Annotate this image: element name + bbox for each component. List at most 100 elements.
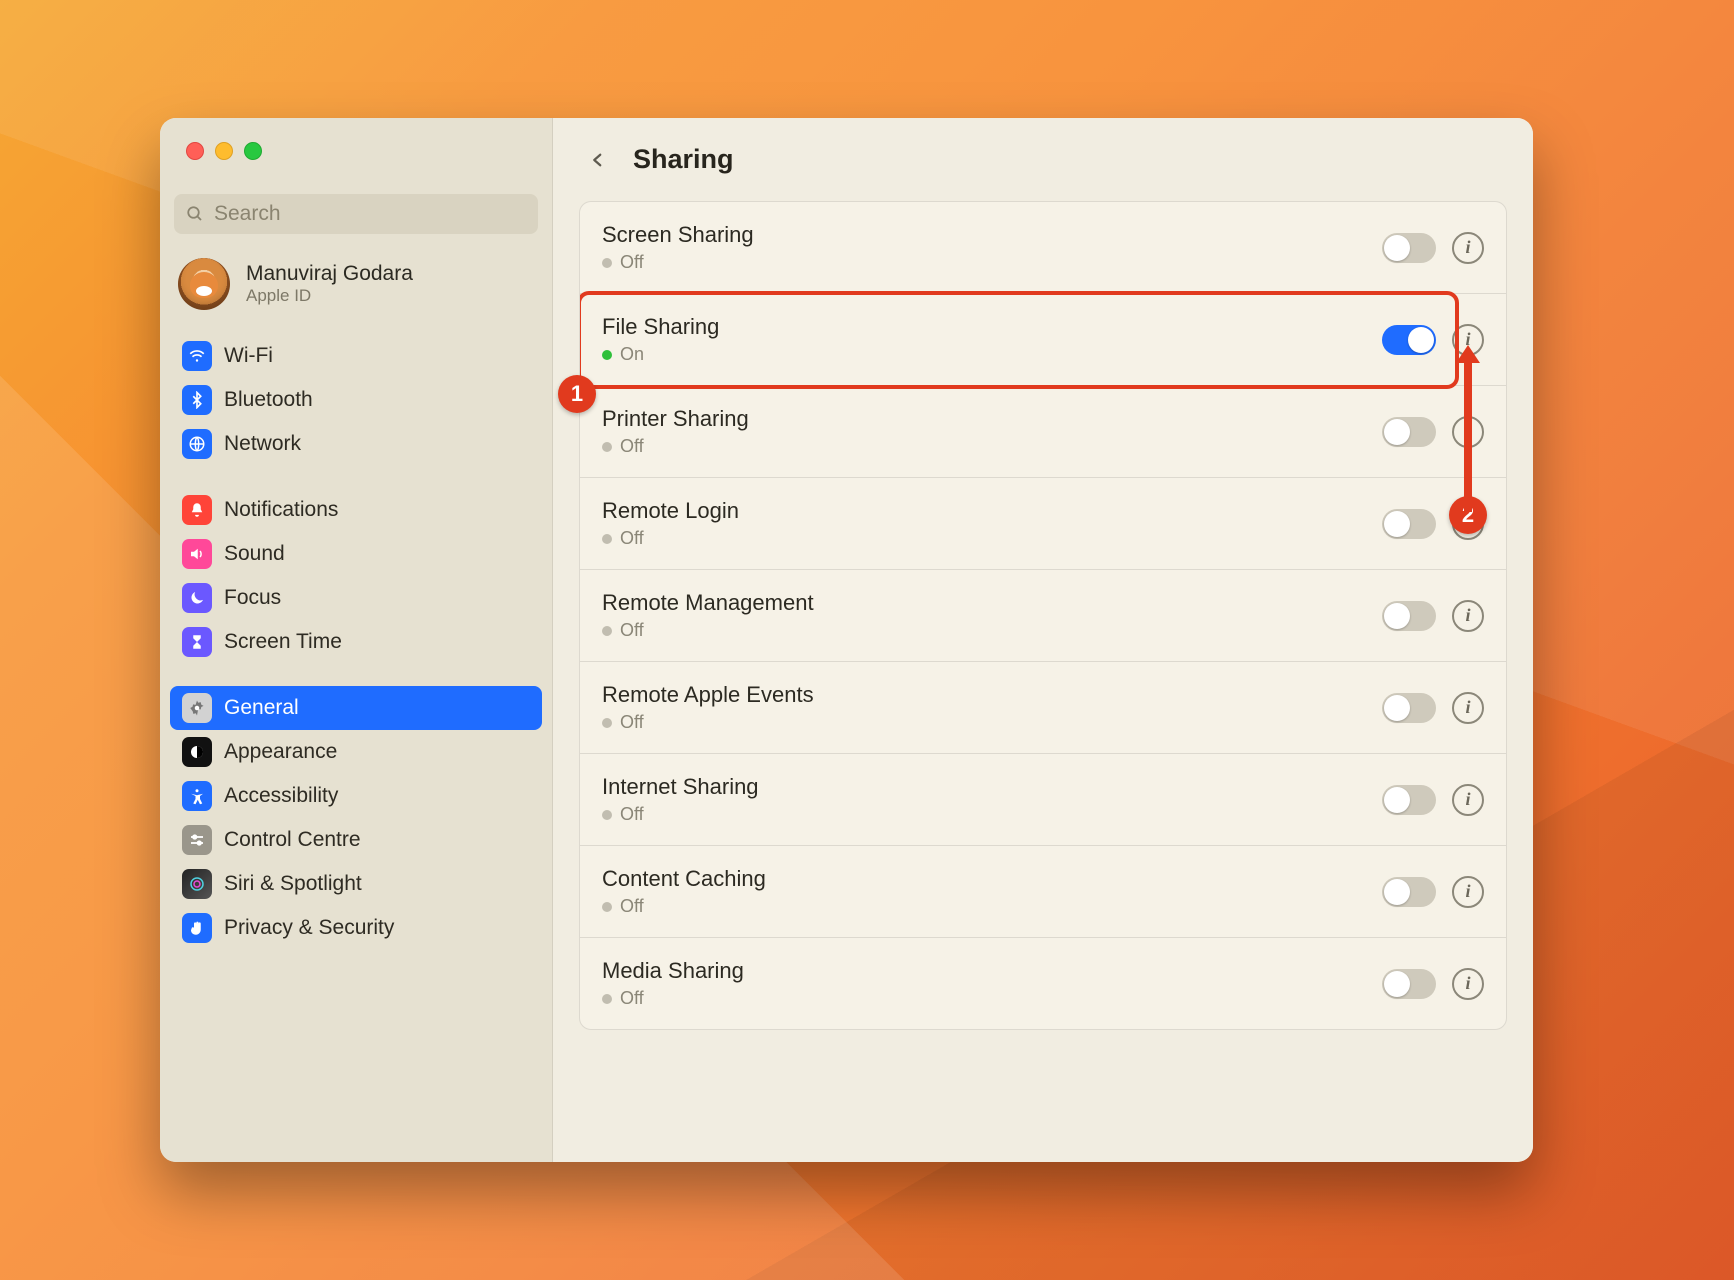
service-name: File Sharing [602,314,1366,340]
sidebar-item-label: Focus [224,586,281,610]
toggle-remote-login[interactable] [1382,509,1436,539]
sidebar-item-appearance[interactable]: Appearance [170,730,542,774]
sidebar-item-privacy-security[interactable]: Privacy & Security [170,906,542,950]
toggle-remote-management[interactable] [1382,601,1436,631]
status-dot-on [602,350,612,360]
toggle-screen-sharing[interactable] [1382,233,1436,263]
sidebar-item-focus[interactable]: Focus [170,576,542,620]
sidebar-item-bluetooth[interactable]: Bluetooth [170,378,542,422]
service-status: Off [620,988,644,1009]
sidebar-item-label: Wi-Fi [224,344,273,368]
sidebar-item-notifications[interactable]: Notifications [170,488,542,532]
info-button-content-caching[interactable]: i [1452,876,1484,908]
status-dot-off [602,626,612,636]
appearance-icon [182,737,212,767]
close-window-button[interactable] [186,142,204,160]
sidebar-item-control-centre[interactable]: Control Centre [170,818,542,862]
sidebar-item-accessibility[interactable]: Accessibility [170,774,542,818]
service-name: Screen Sharing [602,222,1366,248]
moon-icon [182,583,212,613]
back-button[interactable] [583,145,613,175]
service-name: Content Caching [602,866,1366,892]
status-dot-off [602,258,612,268]
service-row-media-sharing: Media Sharing Off i [580,937,1506,1029]
service-row-remote-login: Remote Login Off i [580,477,1506,569]
sidebar-item-label: Accessibility [224,784,338,808]
toggle-content-caching[interactable] [1382,877,1436,907]
service-row-content-caching: Content Caching Off i [580,845,1506,937]
sidebar-item-label: Privacy & Security [224,916,394,940]
hourglass-icon [182,627,212,657]
sidebar-item-label: Notifications [224,498,338,522]
sharing-services-panel: Screen Sharing Off i File Sharing On i [579,201,1507,1030]
sidebar: Manuviraj Godara Apple ID Wi-Fi [160,118,553,1162]
toggle-file-sharing[interactable] [1382,325,1436,355]
bluetooth-icon [182,385,212,415]
service-name: Remote Management [602,590,1366,616]
sidebar-item-label: Screen Time [224,630,342,654]
sidebar-item-wifi[interactable]: Wi-Fi [170,334,542,378]
gear-icon [182,693,212,723]
service-status: Off [620,436,644,457]
service-row-remote-apple-events: Remote Apple Events Off i [580,661,1506,753]
service-row-file-sharing: File Sharing On i [580,293,1506,385]
search-icon [186,205,204,223]
page-title: Sharing [633,144,734,175]
info-button-remote-apple-events[interactable]: i [1452,692,1484,724]
window-controls [160,118,552,184]
sidebar-group-network: Wi-Fi Bluetooth Ne [160,332,552,468]
main-content: Sharing Screen Sharing Off i File Sharin… [553,118,1533,1162]
info-button-media-sharing[interactable]: i [1452,968,1484,1000]
info-button-printer-sharing[interactable]: i [1452,416,1484,448]
status-dot-off [602,718,612,728]
service-status: Off [620,896,644,917]
status-dot-off [602,810,612,820]
minimize-window-button[interactable] [215,142,233,160]
globe-icon [182,429,212,459]
fullscreen-window-button[interactable] [244,142,262,160]
service-name: Media Sharing [602,958,1366,984]
sliders-icon [182,825,212,855]
sidebar-item-siri-spotlight[interactable]: Siri & Spotlight [170,862,542,906]
service-status: Off [620,528,644,549]
service-status: Off [620,620,644,641]
sidebar-item-label: General [224,696,299,720]
search-input[interactable] [212,201,526,227]
service-status: Off [620,712,644,733]
info-button-remote-login[interactable]: i [1452,508,1484,540]
info-button-internet-sharing[interactable]: i [1452,784,1484,816]
service-status: Off [620,804,644,825]
service-status: On [620,344,644,365]
bell-icon [182,495,212,525]
hand-icon [182,913,212,943]
account-name: Manuviraj Godara [246,262,413,286]
status-dot-off [602,534,612,544]
service-row-screen-sharing: Screen Sharing Off i [580,202,1506,293]
sidebar-group-alerts: Notifications Sound Focus [160,486,552,666]
toggle-media-sharing[interactable] [1382,969,1436,999]
avatar [178,258,230,310]
info-button-remote-management[interactable]: i [1452,600,1484,632]
info-button-screen-sharing[interactable]: i [1452,232,1484,264]
wifi-icon [182,341,212,371]
toggle-printer-sharing[interactable] [1382,417,1436,447]
search-field[interactable] [174,194,538,234]
siri-icon [182,869,212,899]
sidebar-group-system: General Appearance Accessibility [160,684,552,952]
toggle-remote-apple-events[interactable] [1382,693,1436,723]
info-button-file-sharing[interactable]: i [1452,324,1484,356]
service-name: Remote Login [602,498,1366,524]
content-header: Sharing [553,118,1533,195]
sidebar-item-general[interactable]: General [170,686,542,730]
sidebar-item-screen-time[interactable]: Screen Time [170,620,542,664]
desktop-background: Manuviraj Godara Apple ID Wi-Fi [0,0,1734,1280]
sidebar-item-network[interactable]: Network [170,422,542,466]
status-dot-off [602,442,612,452]
status-dot-off [602,902,612,912]
sidebar-item-sound[interactable]: Sound [170,532,542,576]
account-subtitle: Apple ID [246,286,413,306]
system-settings-window: Manuviraj Godara Apple ID Wi-Fi [160,118,1533,1162]
toggle-internet-sharing[interactable] [1382,785,1436,815]
service-name: Internet Sharing [602,774,1366,800]
apple-id-account[interactable]: Manuviraj Godara Apple ID [160,252,552,332]
